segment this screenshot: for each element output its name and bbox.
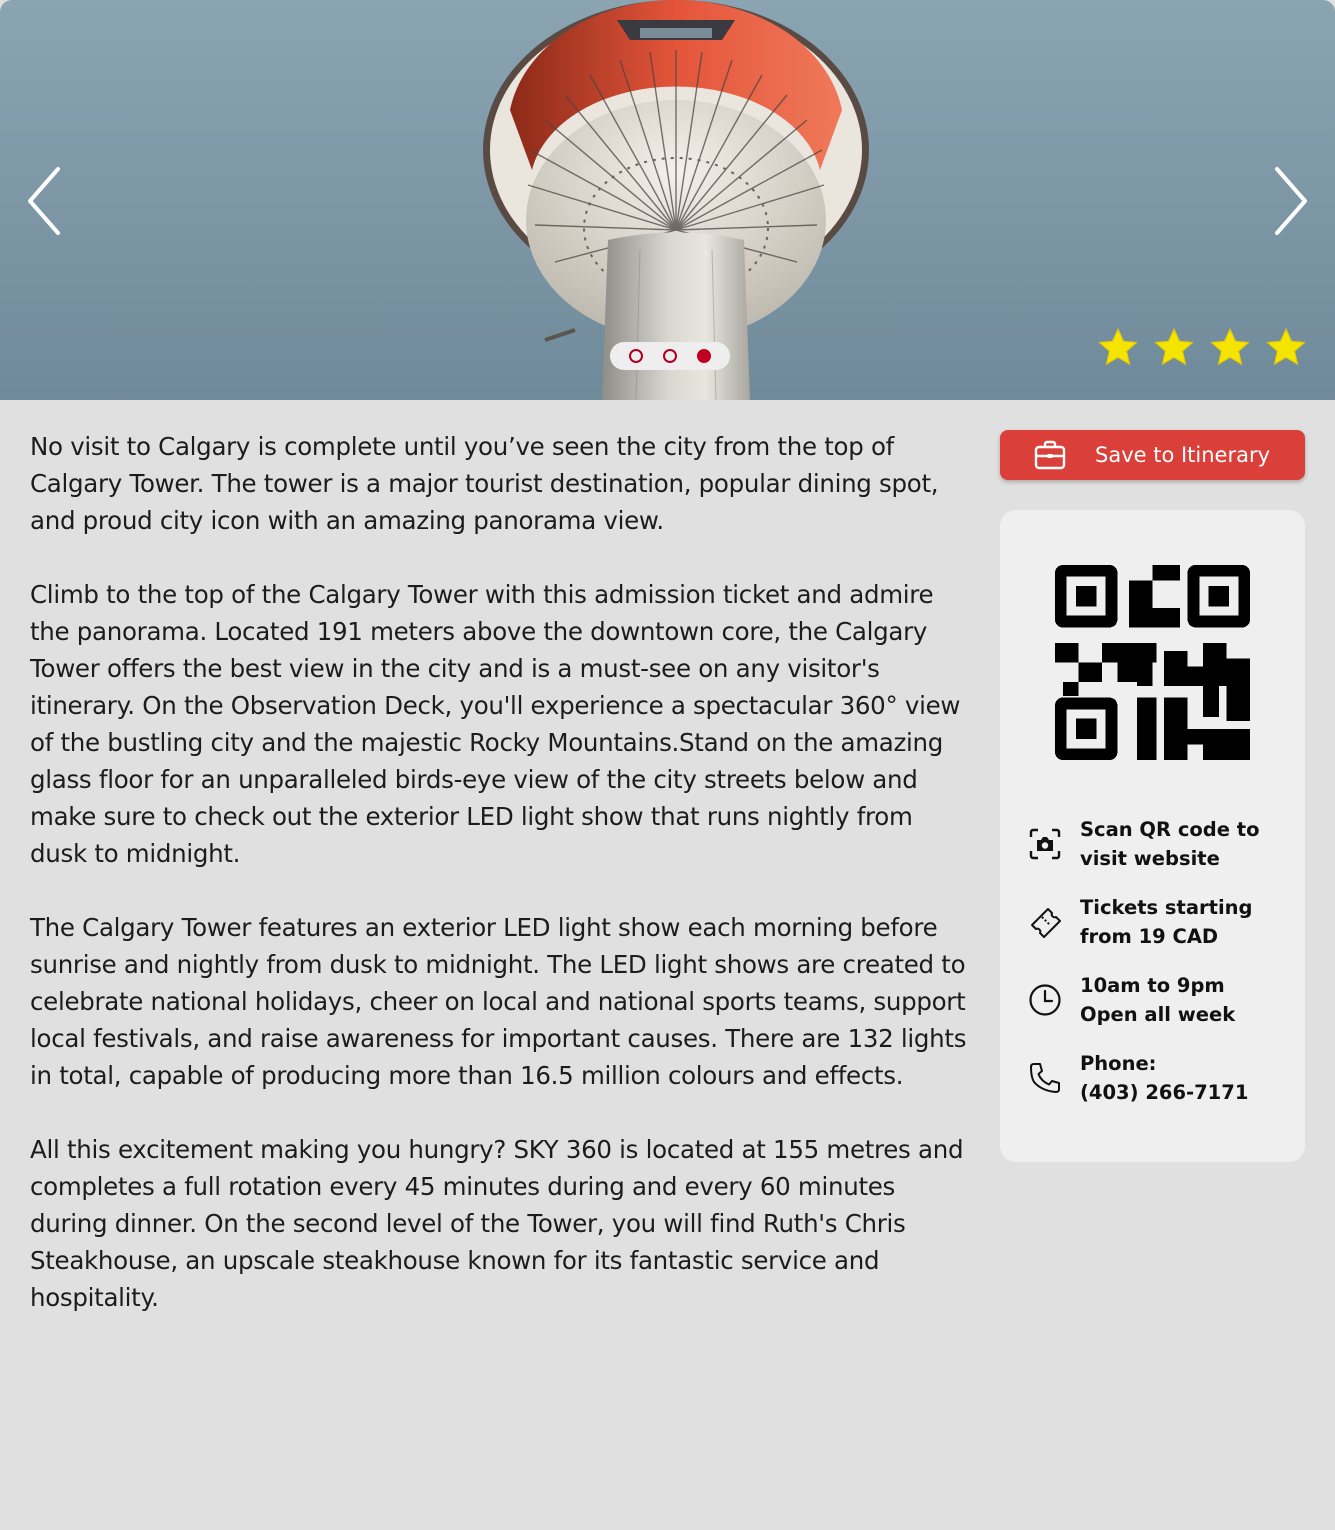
carousel-next-button[interactable] <box>1271 165 1311 237</box>
attraction-description: No visit to Calgary is complete until yo… <box>30 428 975 1353</box>
carousel-pagination <box>610 342 730 370</box>
info-row-hours: 10am to 9pm Open all week <box>1028 971 1235 1029</box>
info-phone-number[interactable]: (403) 266-7171 <box>1080 1078 1248 1107</box>
star-icon <box>1266 327 1306 366</box>
info-hours-line2: Open all week <box>1080 1003 1236 1026</box>
ticket-icon <box>1031 908 1061 938</box>
briefcase-icon <box>1034 440 1066 470</box>
camera-scan-icon <box>1029 828 1061 860</box>
info-scan-line1: Scan QR code to <box>1080 818 1260 841</box>
carousel-dot-3-active[interactable] <box>697 349 711 363</box>
save-button-label: Save to Itinerary <box>1095 443 1271 467</box>
description-paragraph: The Calgary Tower features an exterior L… <box>30 913 967 1090</box>
info-tickets-line1: Tickets starting <box>1080 896 1253 919</box>
description-paragraph: All this excitement making you hungry? S… <box>30 1135 964 1312</box>
info-row-phone: Phone: (403) 266-7171 <box>1028 1049 1248 1107</box>
description-paragraph: Climb to the top of the Calgary Tower wi… <box>30 580 961 868</box>
info-phone-line1: Phone: <box>1080 1052 1157 1075</box>
chevron-right-icon <box>1275 167 1307 235</box>
info-hours-line1: 10am to 9pm <box>1080 974 1225 997</box>
phone-icon <box>1030 1063 1060 1093</box>
chevron-left-icon <box>28 167 60 235</box>
star-rating <box>1097 326 1307 368</box>
clock-icon <box>1029 984 1061 1016</box>
info-row-scan: Scan QR code to visit website <box>1028 815 1259 873</box>
image-carousel <box>0 0 1335 400</box>
star-icon <box>1098 327 1138 366</box>
star-icon <box>1210 327 1250 366</box>
info-scan-line2: visit website <box>1080 847 1220 870</box>
attraction-detail-page: No visit to Calgary is complete until yo… <box>0 0 1335 1530</box>
info-row-tickets: Tickets starting from 19 CAD <box>1028 893 1252 951</box>
carousel-prev-button[interactable] <box>24 165 64 237</box>
carousel-dot-2[interactable] <box>663 349 677 363</box>
carousel-dot-1[interactable] <box>629 349 643 363</box>
description-paragraph: No visit to Calgary is complete until yo… <box>30 432 939 535</box>
info-tickets-line2: from 19 CAD <box>1080 925 1219 948</box>
qr-code[interactable] <box>1055 565 1250 760</box>
save-to-itinerary-button[interactable]: Save to Itinerary <box>1000 430 1305 480</box>
info-card: Scan QR code to visit website Tickets st… <box>1000 510 1305 1162</box>
star-icon <box>1154 327 1194 366</box>
